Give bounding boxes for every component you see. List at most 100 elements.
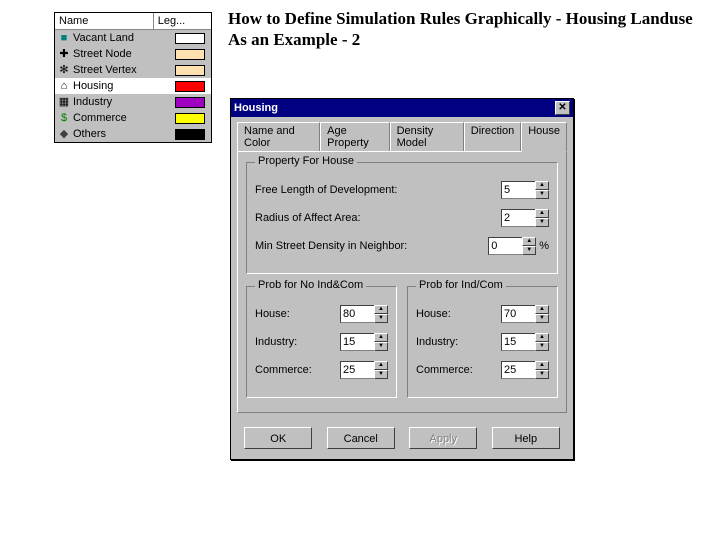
group-title: Prob for Ind/Com [416,279,506,291]
field-label: Commerce: [416,364,501,376]
spin-up-icon[interactable]: ▲ [535,305,549,314]
spin-up-icon[interactable]: ▲ [535,209,549,218]
tabs: Name and ColorAge PropertyDensity ModelD… [231,117,573,151]
property-2-input[interactable] [488,237,522,255]
probind-0-input[interactable] [501,305,535,323]
legend-row[interactable]: ✻Street Vertex [55,62,211,78]
probind-row: Commerce:▲▼ [416,361,549,379]
property-0-input[interactable] [501,181,535,199]
probno-row: Industry:▲▼ [255,333,388,351]
spin-up-icon[interactable]: ▲ [522,237,536,246]
spin-down-icon[interactable]: ▼ [374,342,388,351]
property-row: Free Length of Development:▲▼ [255,181,549,199]
legend-swatch [175,81,205,92]
field-label: Radius of Affect Area: [255,212,501,224]
group-prob-indcom: Prob for Ind/Com House:▲▼Industry:▲▼Comm… [407,286,558,398]
field-label: Industry: [416,336,501,348]
legend-label: Commerce [71,112,175,124]
legend-type-icon: ▦ [57,95,71,109]
property-2-spinner[interactable]: ▲▼ [488,237,536,255]
probind-1-input[interactable] [501,333,535,351]
spin-down-icon[interactable]: ▼ [374,370,388,379]
spin-up-icon[interactable]: ▲ [374,305,388,314]
probno-1-spinner[interactable]: ▲▼ [340,333,388,351]
spin-down-icon[interactable]: ▼ [535,190,549,199]
legend-type-icon: ⌂ [57,79,71,93]
spin-down-icon[interactable]: ▼ [535,370,549,379]
tab-direction[interactable]: Direction [464,122,521,151]
probind-2-spinner[interactable]: ▲▼ [501,361,549,379]
spin-up-icon[interactable]: ▲ [535,333,549,342]
titlebar[interactable]: Housing ✕ [231,99,573,117]
spin-down-icon[interactable]: ▼ [535,218,549,227]
field-label: Commerce: [255,364,340,376]
spin-down-icon[interactable]: ▼ [535,342,549,351]
page-heading: How to Define Simulation Rules Graphical… [228,8,708,51]
legend-row[interactable]: ■Vacant Land [55,30,211,46]
probno-1-input[interactable] [340,333,374,351]
probno-2-input[interactable] [340,361,374,379]
probno-row: Commerce:▲▼ [255,361,388,379]
legend-swatch [175,97,205,108]
field-label: House: [255,308,340,320]
tab-density-model[interactable]: Density Model [390,122,464,151]
legend-swatch [175,49,205,60]
group-prob-no-indcom: Prob for No Ind&Com House:▲▼Industry:▲▼C… [246,286,397,398]
legend-type-icon: ■ [57,31,71,45]
property-1-input[interactable] [501,209,535,227]
ok-button[interactable]: OK [244,427,312,449]
probind-row: House:▲▼ [416,305,549,323]
probind-row: Industry:▲▼ [416,333,549,351]
legend-header: Name Leg... [55,13,211,30]
legend-swatch [175,33,205,44]
tab-panel-house: Property For House Free Length of Develo… [237,151,567,413]
spin-down-icon[interactable]: ▼ [535,314,549,323]
field-label: Industry: [255,336,340,348]
close-button[interactable]: ✕ [555,101,570,115]
tab-house[interactable]: House [521,122,567,152]
legend-type-icon: ◆ [57,127,71,141]
suffix-label: % [539,240,549,252]
tab-age-property[interactable]: Age Property [320,122,389,151]
legend-type-icon: $ [57,111,71,125]
cancel-button[interactable]: Cancel [327,427,395,449]
property-row: Min Street Density in Neighbor:▲▼% [255,237,549,255]
probno-2-spinner[interactable]: ▲▼ [340,361,388,379]
spin-up-icon[interactable]: ▲ [374,333,388,342]
group-title: Property For House [255,155,357,167]
group-title: Prob for No Ind&Com [255,279,366,291]
legend-type-icon: ✻ [57,63,71,77]
spin-up-icon[interactable]: ▲ [535,181,549,190]
property-1-spinner[interactable]: ▲▼ [501,209,549,227]
dialog-buttons: OK Cancel Apply Help [231,419,573,459]
tab-name-and-color[interactable]: Name and Color [237,122,320,151]
legend-row[interactable]: $Commerce [55,110,211,126]
legend-col-color[interactable]: Leg... [154,13,211,29]
legend-row[interactable]: ⌂Housing [55,78,211,94]
legend-label: Others [71,128,175,140]
help-button[interactable]: Help [492,427,560,449]
spin-up-icon[interactable]: ▲ [374,361,388,370]
probno-row: House:▲▼ [255,305,388,323]
housing-dialog: Housing ✕ Name and ColorAge PropertyDens… [230,98,574,460]
field-label: Min Street Density in Neighbor: [255,240,488,252]
probno-0-input[interactable] [340,305,374,323]
probind-2-input[interactable] [501,361,535,379]
spin-down-icon[interactable]: ▼ [374,314,388,323]
legend-label: Industry [71,96,175,108]
dialog-title: Housing [234,102,555,114]
legend-label: Street Node [71,48,175,60]
legend-row[interactable]: ◆Others [55,126,211,142]
property-0-spinner[interactable]: ▲▼ [501,181,549,199]
legend-swatch [175,65,205,76]
spin-down-icon[interactable]: ▼ [522,246,536,255]
legend-row[interactable]: ▦Industry [55,94,211,110]
apply-button[interactable]: Apply [409,427,477,449]
legend-swatch [175,129,205,140]
spin-up-icon[interactable]: ▲ [535,361,549,370]
probind-0-spinner[interactable]: ▲▼ [501,305,549,323]
legend-col-name[interactable]: Name [55,13,154,29]
probno-0-spinner[interactable]: ▲▼ [340,305,388,323]
legend-row[interactable]: ✚Street Node [55,46,211,62]
probind-1-spinner[interactable]: ▲▼ [501,333,549,351]
